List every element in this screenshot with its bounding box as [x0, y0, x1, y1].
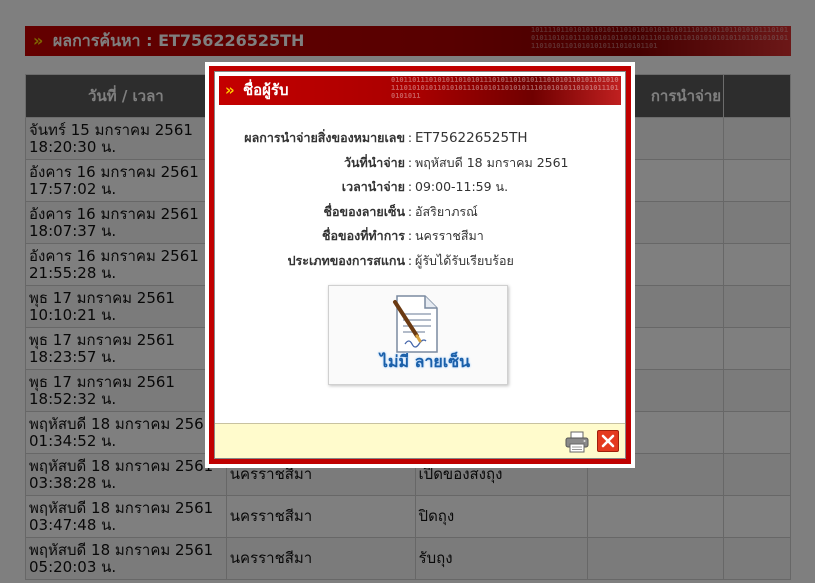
- double-chevron-icon: »: [225, 81, 235, 99]
- info-value: พฤหัสบดี 18 มกราคม 2561: [415, 154, 569, 170]
- modal-title: ชื่อผู้รับ: [242, 81, 289, 99]
- info-row-signer-name: ชื่อของลายเซ็น: อัสริยาภรณ์: [215, 200, 625, 225]
- info-separator: :: [407, 252, 413, 268]
- print-button[interactable]: [565, 431, 589, 453]
- info-value: ผู้รับได้รับเรียบร้อย: [415, 252, 514, 268]
- no-signature-document-icon: [393, 295, 438, 353]
- info-label: วันที่นำจ่าย: [343, 154, 405, 170]
- info-row-post-office: ชื่อของที่ทำการ: นครราชสีมา: [215, 224, 625, 249]
- info-label: ประเภทของการสแกน: [287, 252, 405, 268]
- close-button[interactable]: [597, 430, 619, 452]
- close-icon: [601, 434, 615, 448]
- info-separator: :: [407, 130, 413, 145]
- info-label: เวลานำจ่าย: [341, 179, 405, 194]
- info-row-scan-type: ประเภทของการสแกน: ผู้รับได้รับเรียบร้อย: [215, 249, 625, 274]
- info-value: 09:00-11:59 น.: [415, 179, 509, 194]
- printer-icon: [565, 431, 589, 453]
- info-label: ผลการนำจ่ายสิ่งของหมายเลข: [244, 130, 405, 145]
- signature-image: ไม่มี ลายเซ็น: [328, 285, 508, 385]
- binary-decoration: 0101101110101011010101110101101010111010…: [391, 76, 619, 100]
- recipient-modal: » ชื่อผู้รับ 010110111010101101010111010…: [205, 62, 635, 468]
- info-value: อัสริยาภรณ์: [415, 203, 478, 219]
- info-value: ET756226525TH: [415, 130, 528, 146]
- info-row-delivery-time: เวลานำจ่าย:09:00-11:59 น.: [215, 175, 625, 200]
- info-separator: :: [407, 203, 413, 219]
- modal-body: » ชื่อผู้รับ 010110111010101101010111010…: [214, 71, 626, 459]
- info-row-delivery-date: วันที่นำจ่าย: พฤหัสบดี 18 มกราคม 2561: [215, 151, 625, 176]
- info-value: นครราชสีมา: [415, 228, 484, 243]
- info-label: ชื่อของลายเซ็น: [323, 203, 405, 219]
- delivery-info: ผลการนำจ่ายสิ่งของหมายเลข: ET756226525TH …: [215, 126, 625, 273]
- no-signature-label: ไม่มี ลายเซ็น: [379, 352, 471, 371]
- modal-footer: [215, 423, 625, 458]
- modal-header: » ชื่อผู้รับ 010110111010101101010111010…: [219, 76, 621, 105]
- modal-red-frame: » ชื่อผู้รับ 010110111010101101010111010…: [209, 66, 631, 464]
- info-separator: :: [407, 154, 413, 170]
- info-separator: :: [407, 228, 413, 243]
- info-label: ชื่อของที่ทำการ: [322, 228, 405, 243]
- info-row-tracking-number: ผลการนำจ่ายสิ่งของหมายเลข: ET756226525TH: [215, 126, 625, 151]
- info-separator: :: [407, 179, 413, 194]
